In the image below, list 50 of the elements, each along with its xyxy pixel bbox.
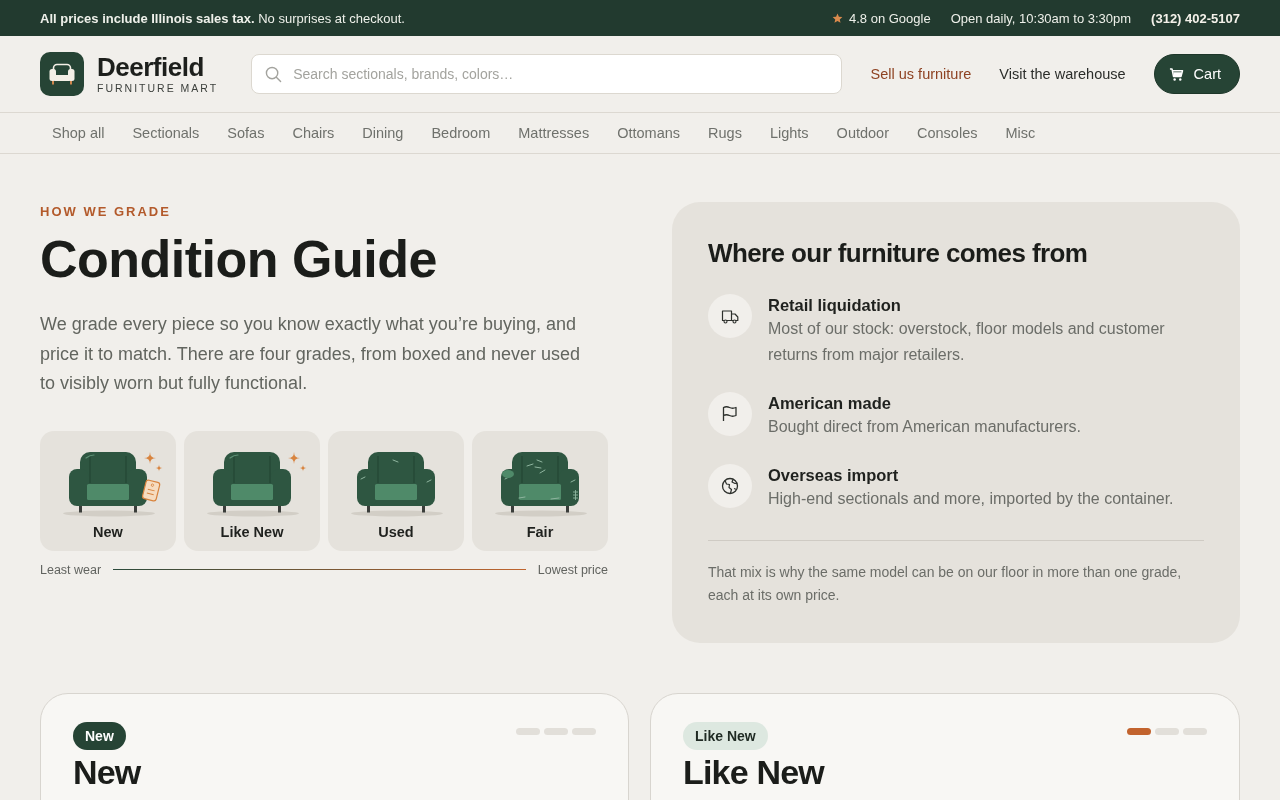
scale-start-label: Least wear — [40, 562, 102, 577]
cart-button[interactable]: Cart — [1153, 54, 1240, 94]
armchair-logo-icon[interactable] — [40, 52, 84, 96]
grade-badge: Like New — [683, 722, 768, 750]
cart-icon — [1168, 66, 1184, 82]
nav-link[interactable]: Consoles — [903, 117, 992, 149]
source-description: Most of our stock: overstock, floor models and customer returns from major retailers. — [768, 319, 1166, 365]
grade-tile[interactable]: Used — [328, 430, 464, 551]
grade-tile[interactable]: New — [40, 430, 176, 551]
brand-name: Deerfield — [97, 52, 205, 81]
intro-paragraph: We grade every piece so you know exactly what you’re buying, and price it to match. There are four grades, from boxed and never used to visibly worn but fully functional. — [40, 313, 581, 395]
nav-link[interactable]: Sectionals — [118, 117, 214, 149]
star-icon — [831, 12, 843, 24]
nav-link[interactable]: Mattresses — [504, 117, 604, 149]
search-field[interactable]: Search sectionals, brands, colors… — [251, 54, 843, 94]
header-link[interactable]: Visit the warehouse — [999, 66, 1126, 82]
scale-end-label: Lowest price — [537, 562, 608, 577]
page-title: Condition Guide — [40, 230, 438, 288]
nav-link[interactable]: Misc — [991, 117, 1050, 149]
nav-link[interactable]: Bedroom — [417, 117, 505, 149]
grade-tile[interactable]: Like New — [184, 430, 320, 551]
nav-link[interactable]: Outdoor — [822, 117, 903, 149]
nav-link[interactable]: Dining — [348, 117, 418, 149]
source-description: Bought direct from American manufacturers. — [768, 417, 1082, 437]
nav-link[interactable]: Ottomans — [603, 117, 695, 149]
source-title: Retail liquidation — [768, 295, 902, 316]
source-description: High-end sectionals and more, imported by the container. — [768, 489, 1174, 509]
nav-link[interactable]: Chairs — [278, 117, 349, 149]
nav-link[interactable]: Shop all — [38, 117, 119, 149]
source-title: Overseas import — [768, 465, 900, 486]
truck-icon — [708, 294, 752, 338]
source-title: American made — [768, 393, 892, 414]
grade-card-title: New — [73, 754, 142, 790]
grade-tile[interactable]: Fair — [472, 430, 608, 551]
grade-badge: New — [73, 722, 126, 750]
section-eyebrow: HOW WE GRADE — [40, 203, 172, 221]
globe-icon — [708, 464, 752, 508]
sources-note: That mix is why the same model can be on our floor in more than one grade, each at its own price. — [708, 563, 1183, 605]
nav-link[interactable]: Rugs — [694, 117, 756, 149]
grade-card-title: Like New — [683, 754, 826, 790]
nav-link[interactable]: Lights — [755, 117, 823, 149]
brand-tagline: FURNITURE MART — [97, 80, 219, 96]
flag-icon — [708, 392, 752, 436]
opening-hours: Open daily, 10:30am to 3:30pm — [950, 10, 1132, 26]
announcement-text: All prices include Illinois sales tax. No surprises at checkout. — [40, 10, 405, 26]
nav-link[interactable]: Sofas — [213, 117, 279, 149]
header-link[interactable]: Sell us furniture — [870, 66, 972, 82]
rating-text: 4.8 on Google — [848, 10, 931, 26]
phone-link[interactable]: (312) 402-5107 — [1151, 10, 1240, 26]
sources-title: Where our furniture comes from — [708, 238, 1089, 268]
